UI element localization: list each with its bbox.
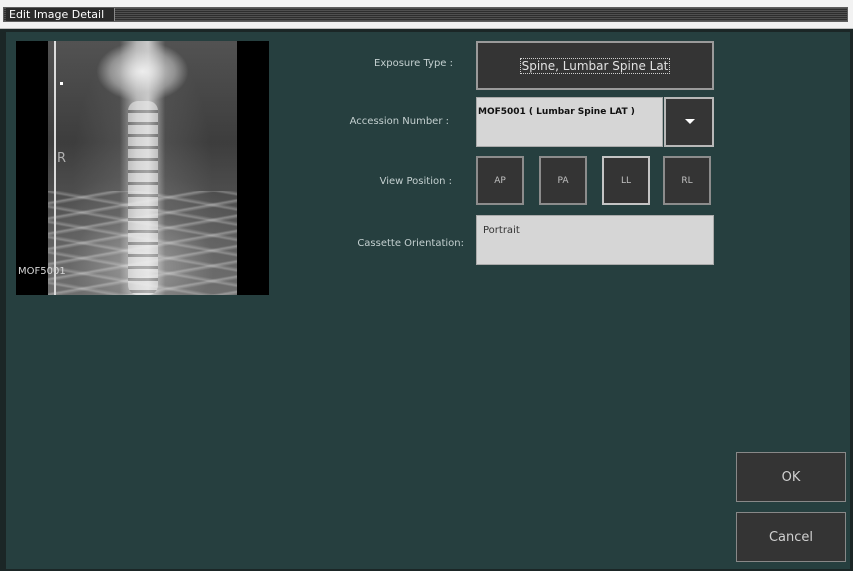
cassette-orientation-label: Cassette Orientation: [357,238,464,249]
accession-number-label: Accession Number : [349,116,449,127]
accession-dropdown-button[interactable] [664,97,714,147]
xray-image-viewer[interactable]: R MOF5001 [16,41,269,295]
dialog-content: R MOF5001 Exposure Type : Spine, Lumbar … [6,32,850,569]
view-position-ap-button[interactable]: AP [476,156,524,205]
cancel-button[interactable]: Cancel [736,512,846,562]
image-edge-line [54,41,56,295]
title-bar: Edit Image Detail [0,0,853,29]
exposure-type-value: Spine, Lumbar Spine Lat [519,57,671,74]
cassette-orientation-field[interactable]: Portrait [476,215,714,265]
title-tab: Edit Image Detail [3,7,848,22]
accession-number-value: MOF5001 ( Lumbar Spine LAT ) [478,107,635,117]
view-position-label: View Position : [379,176,452,187]
view-position-ll-button[interactable]: LL [602,156,650,205]
view-position-rl-button[interactable]: RL [663,156,711,205]
side-marker: R [57,151,67,166]
image-label: MOF5001 [18,266,66,277]
accession-number-field[interactable]: MOF5001 ( Lumbar Spine LAT ) [476,97,663,147]
image-marker-dot [60,82,63,85]
xray-spine [128,101,158,295]
view-position-pa-button[interactable]: PA [539,156,587,205]
chevron-down-icon [685,119,695,124]
ok-button[interactable]: OK [736,452,846,502]
xray-image [48,41,237,295]
cassette-orientation-value: Portrait [483,225,520,236]
window-title: Edit Image Detail [6,8,116,21]
exposure-type-label: Exposure Type : [374,58,453,69]
exposure-type-button[interactable]: Spine, Lumbar Spine Lat [476,41,714,90]
